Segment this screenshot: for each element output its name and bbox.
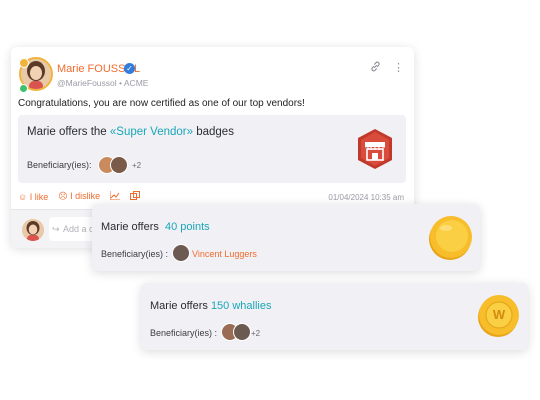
beneficiary-label: Beneficiary(ies): (27, 160, 92, 170)
beneficiary-name[interactable]: Vincent Luggers (192, 249, 257, 259)
share-icon[interactable] (130, 191, 141, 202)
smile-icon: ☺ (18, 191, 28, 202)
more-beneficiaries[interactable]: +2 (132, 161, 141, 170)
author-badge-icon (19, 58, 29, 68)
post-message: Congratulations, you are now certified a… (18, 98, 305, 109)
beneficiary-avatar[interactable] (110, 156, 128, 174)
post-date: 01/04/2024 10:35 am (328, 193, 404, 202)
coin-letter: W (492, 307, 506, 322)
link-icon[interactable] (370, 61, 381, 75)
frown-icon: ☹ (58, 191, 68, 201)
points-offer-card: Marie offers 40 points Beneficiary(ies) … (92, 204, 480, 271)
post-actions: ☺ I like ☹ I dislike (18, 191, 141, 202)
author-handle: @MarieFoussol • ACME (57, 78, 149, 88)
dislike-button[interactable]: ☹ I dislike (58, 191, 100, 202)
coin-icon (429, 216, 472, 260)
beneficiary-avatar[interactable] (233, 323, 251, 341)
online-status-icon (19, 84, 28, 93)
points-offer-title: Marie offers 40 points (101, 221, 210, 233)
like-button[interactable]: ☺ I like (18, 192, 48, 202)
more-beneficiaries[interactable]: +2 (251, 329, 260, 338)
badge-offer-title: Marie offers the «Super Vendor» badges (27, 126, 234, 138)
beneficiary-avatar[interactable] (172, 244, 190, 262)
stats-icon[interactable] (109, 191, 121, 202)
verified-icon: ✓ (124, 63, 135, 74)
super-vendor-badge-icon (358, 129, 392, 169)
beneficiary-label: Beneficiary(ies) : (101, 249, 169, 259)
whallies-offer-title: Marie offers 150 whallies (150, 300, 272, 312)
post-top-actions: ⋮ (370, 61, 404, 75)
whallies-coin-icon: W (476, 293, 522, 339)
badge-offer-box: Marie offers the «Super Vendor» badges B… (18, 115, 406, 183)
beneficiary-label: Beneficiary(ies) : (150, 328, 218, 338)
more-options-icon[interactable]: ⋮ (393, 61, 404, 75)
reply-icon: ↪ (52, 224, 60, 234)
whallies-offer-card: Marie offers 150 whallies Beneficiary(ie… (141, 283, 528, 350)
current-user-avatar[interactable] (22, 219, 44, 241)
